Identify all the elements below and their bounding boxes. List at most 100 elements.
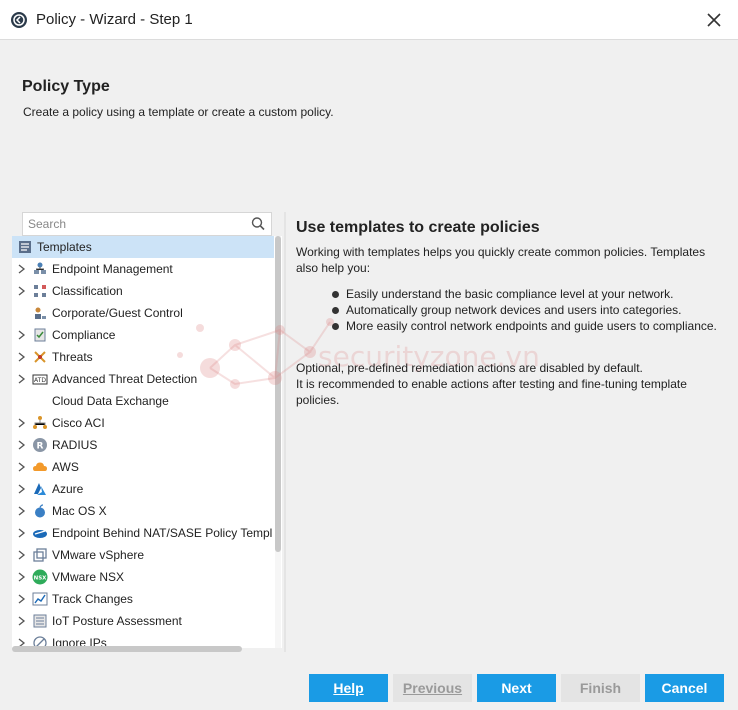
tree-item-label: RADIUS — [52, 438, 98, 452]
details-bullet: Automatically group network devices and … — [332, 302, 722, 318]
tree-vertical-scrollbar[interactable] — [275, 236, 281, 648]
chevron-right-icon[interactable] — [17, 593, 27, 605]
endpoint-management-icon — [34, 262, 46, 274]
details-bullet: Easily understand the basic compliance l… — [332, 286, 722, 302]
templates-icon — [19, 241, 31, 253]
close-icon[interactable] — [702, 8, 726, 32]
tree-item-label: Compliance — [52, 328, 116, 342]
threats-icon — [34, 351, 46, 363]
tree-item-compliance[interactable]: Compliance — [12, 324, 274, 346]
svg-text:NSX: NSX — [34, 576, 48, 582]
tree-item-corporate-guest-control[interactable]: Corporate/Guest Control — [12, 302, 274, 324]
details-bullet: More easily control network endpoints an… — [332, 318, 722, 334]
vmware-vsphere-icon — [33, 548, 47, 562]
tree-item-templates[interactable]: Templates — [12, 236, 274, 258]
chevron-right-icon[interactable] — [17, 505, 27, 517]
tree-item-label: Endpoint Behind NAT/SASE Policy Templ — [52, 526, 273, 540]
classification-icon — [34, 285, 46, 297]
tree-item-label: Corporate/Guest Control — [52, 306, 183, 320]
tree-item-cloud-data-exchange[interactable]: Cloud Data Exchange — [12, 390, 274, 412]
tree-item-mac-os-x[interactable]: Mac OS X — [12, 500, 274, 522]
chevron-right-icon[interactable] — [17, 549, 27, 561]
tree-item-endpoint-management[interactable]: Endpoint Management — [12, 258, 274, 280]
compliance-icon — [34, 328, 46, 342]
chevron-right-icon[interactable] — [17, 329, 27, 341]
svg-text:ATD: ATD — [34, 377, 46, 384]
details-note-line: Optional, pre-defined remediation action… — [296, 361, 643, 375]
tree-item-label: Classification — [52, 284, 123, 298]
previous-button[interactable]: Previous — [393, 674, 472, 702]
tree-item-label: AWS — [52, 460, 79, 474]
details-title: Use templates to create policies — [296, 219, 540, 236]
help-button[interactable]: Help — [309, 674, 388, 702]
azure-icon — [34, 483, 46, 495]
aws-icon — [33, 462, 47, 471]
tree-item-cisco-aci[interactable]: Cisco ACI — [12, 412, 274, 434]
tree-item-label: Cloud Data Exchange — [52, 394, 169, 408]
track-changes-icon — [32, 592, 48, 606]
tree-item-track-changes[interactable]: Track Changes — [12, 588, 274, 610]
chevron-right-icon[interactable] — [17, 351, 27, 363]
tree-item-label: Templates — [37, 240, 92, 254]
svg-text:R: R — [37, 442, 44, 452]
chevron-right-icon[interactable] — [17, 571, 27, 583]
chevron-right-icon[interactable] — [17, 373, 27, 385]
scrollbar-thumb[interactable] — [275, 236, 281, 552]
search-box — [22, 212, 272, 236]
search-input[interactable] — [23, 213, 243, 235]
tree-item-vmware-nsx[interactable]: NSX VMware NSX — [12, 566, 274, 588]
next-button[interactable]: Next — [477, 674, 556, 702]
details-note-line: It is recommended to enable actions afte… — [296, 377, 687, 407]
chevron-right-icon[interactable] — [17, 527, 27, 539]
page-title: Policy Type — [22, 78, 110, 95]
tree-item-label: VMware vSphere — [52, 548, 145, 562]
tree-item-label: Cisco ACI — [52, 416, 105, 430]
wizard-header: Policy Type Create a policy using a temp… — [0, 40, 738, 210]
tree-item-iot-posture-assessment[interactable]: IoT Posture Assessment — [12, 610, 274, 632]
details-intro: Working with templates helps you quickly… — [296, 245, 706, 275]
panel-divider[interactable] — [284, 212, 286, 652]
cisco-aci-icon — [33, 416, 47, 429]
iot-posture-icon — [33, 614, 47, 628]
tree-item-aws[interactable]: AWS — [12, 456, 274, 478]
finish-button[interactable]: Finish — [561, 674, 640, 702]
tree-item-label: Track Changes — [52, 592, 133, 606]
next-button-label: Next — [501, 680, 532, 696]
radius-icon: R — [33, 438, 47, 452]
help-button-label: Help — [333, 680, 364, 696]
tree-item-endpoint-behind-nat[interactable]: Endpoint Behind NAT/SASE Policy Templ — [12, 522, 274, 544]
nat-sase-icon — [33, 530, 47, 538]
corporate-guest-icon — [35, 307, 46, 319]
template-tree: Templates Endpoint Management Classifica… — [12, 236, 282, 648]
chevron-right-icon[interactable] — [17, 439, 27, 451]
details-bullet-list: Easily understand the basic compliance l… — [332, 286, 722, 334]
tree-item-threats[interactable]: Threats — [12, 346, 274, 368]
chevron-right-icon[interactable] — [17, 483, 27, 495]
search-icon[interactable] — [250, 216, 266, 232]
chevron-right-icon[interactable] — [17, 461, 27, 473]
tree-item-radius[interactable]: R RADIUS — [12, 434, 274, 456]
tree-item-classification[interactable]: Classification — [12, 280, 274, 302]
tree-item-label: Endpoint Management — [52, 262, 173, 276]
chevron-right-icon[interactable] — [17, 263, 27, 275]
cancel-button[interactable]: Cancel — [645, 674, 724, 702]
tree-item-vmware-vsphere[interactable]: VMware vSphere — [12, 544, 274, 566]
window-title: Policy - Wizard - Step 1 — [36, 11, 193, 28]
close-button[interactable] — [702, 8, 726, 32]
tree-item-label: IoT Posture Assessment — [52, 614, 182, 628]
tree-horizontal-scrollbar[interactable] — [12, 646, 242, 652]
tree-item-advanced-threat-detection[interactable]: ATD Advanced Threat Detection — [12, 368, 274, 390]
apple-icon — [35, 504, 45, 518]
previous-button-label: Previous — [402, 680, 463, 696]
chevron-right-icon[interactable] — [17, 417, 27, 429]
page-description: Create a policy using a template or crea… — [23, 105, 334, 119]
atd-icon: ATD — [32, 374, 48, 385]
tree-item-label: Advanced Threat Detection — [52, 372, 198, 386]
app-icon — [11, 12, 27, 28]
tree-item-azure[interactable]: Azure — [12, 478, 274, 500]
tree-item-label: Azure — [52, 482, 84, 496]
tree-item-label: Threats — [52, 350, 93, 364]
tree-item-label: Mac OS X — [52, 504, 107, 518]
chevron-right-icon[interactable] — [17, 615, 27, 627]
chevron-right-icon[interactable] — [17, 285, 27, 297]
